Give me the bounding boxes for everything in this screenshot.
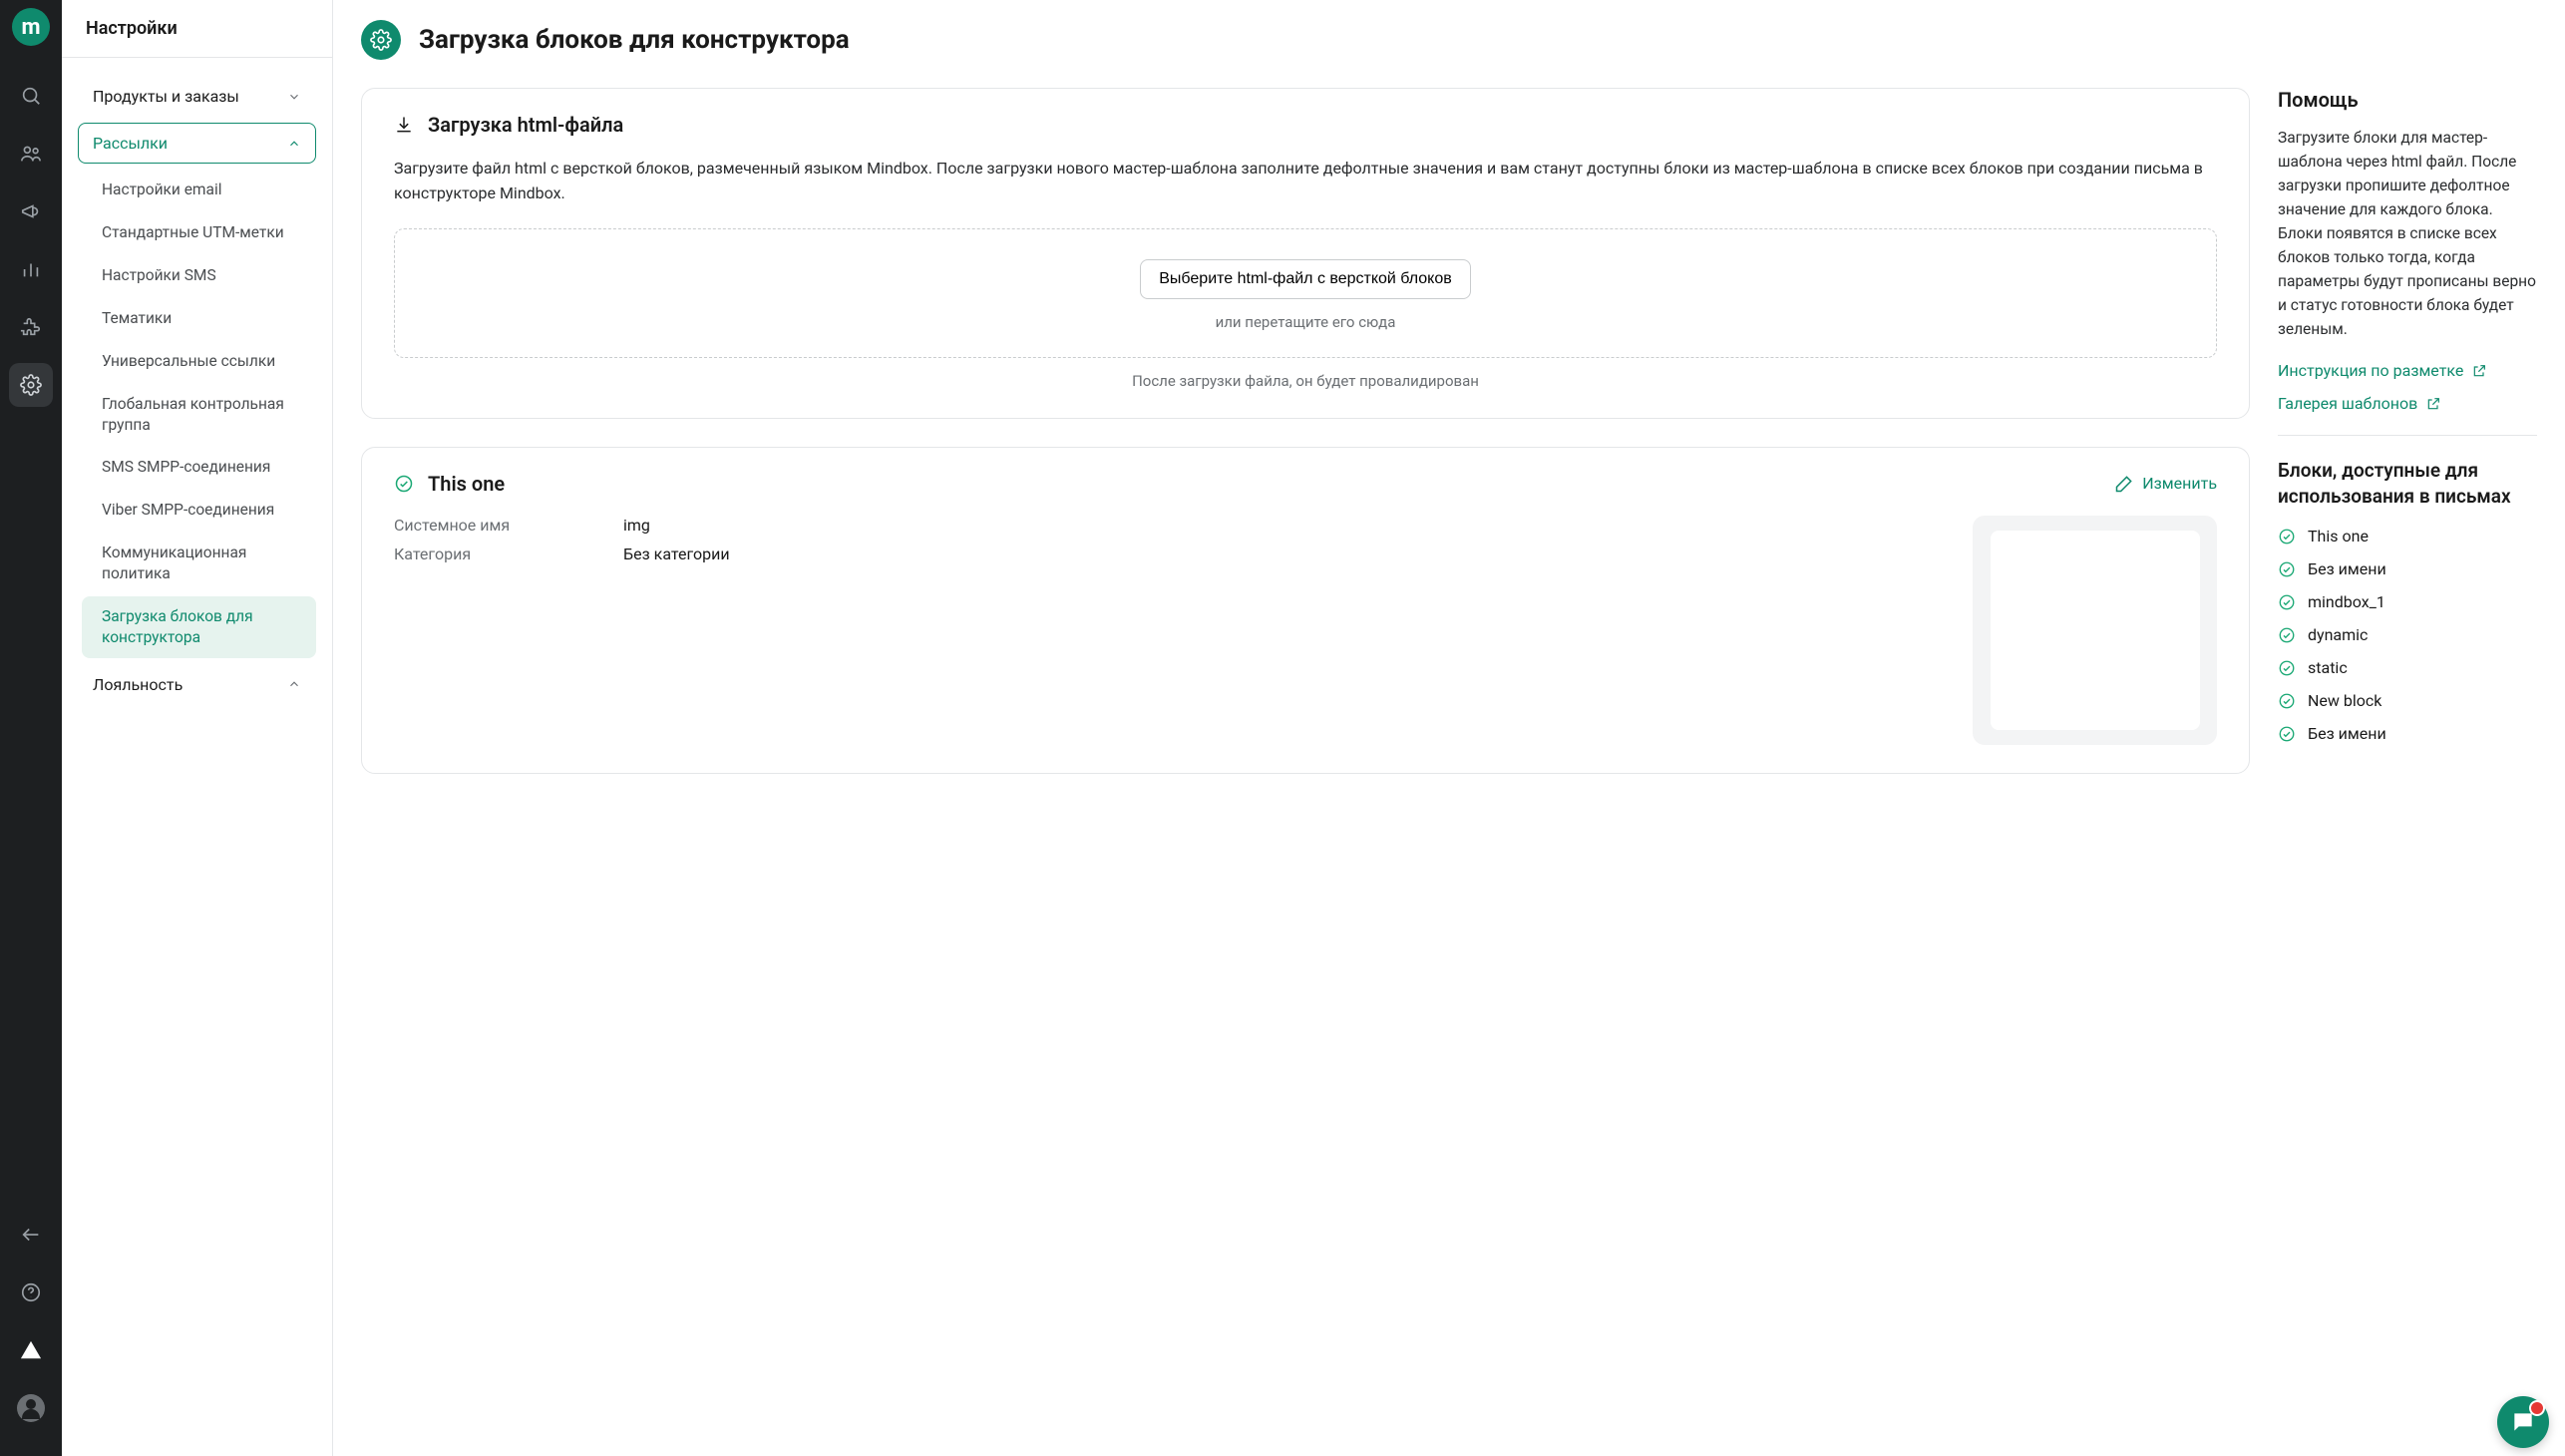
settings-sidebar: Настройки Продукты и заказы Рассылки Нас… <box>62 0 333 1456</box>
search-icon[interactable] <box>9 74 53 118</box>
available-block-label: Без имени <box>2308 724 2386 743</box>
sidebar-group-loyalty[interactable]: Лояльность <box>78 664 316 705</box>
user-avatar[interactable] <box>9 1386 53 1430</box>
sidebar-group-label: Продукты и заказы <box>93 87 239 106</box>
sidebar-group-mailings[interactable]: Рассылки <box>78 123 316 164</box>
check-circle-icon <box>2278 626 2296 644</box>
help-link-label: Инструкция по разметке <box>2278 361 2463 380</box>
check-circle-icon <box>394 474 414 494</box>
available-block-item[interactable]: This one <box>2278 527 2537 546</box>
kv-key: Системное имя <box>394 516 603 535</box>
warning-icon[interactable] <box>9 1328 53 1372</box>
kv-row: Системное имя img <box>394 516 1949 535</box>
people-icon[interactable] <box>9 132 53 176</box>
upload-description: Загрузите файл html с версткой блоков, р… <box>394 157 2217 206</box>
edit-label: Изменить <box>2142 474 2217 493</box>
help-text: Загрузите блоки для мастер-шаблона через… <box>2278 126 2537 341</box>
check-circle-icon <box>2278 659 2296 677</box>
check-circle-icon <box>2278 528 2296 546</box>
chevron-up-icon <box>287 137 301 151</box>
check-circle-icon <box>2278 725 2296 743</box>
block-card: This one Изменить Системное имя img Кате… <box>361 447 2250 774</box>
external-link-icon <box>2471 363 2487 379</box>
kv-row: Категория Без категории <box>394 545 1949 563</box>
collapse-icon[interactable] <box>9 1213 53 1257</box>
available-block-label: mindbox_1 <box>2308 592 2385 611</box>
available-block-label: New block <box>2308 691 2382 710</box>
upload-after-note: После загрузки файла, он будет провалиди… <box>394 372 2217 390</box>
available-block-item[interactable]: mindbox_1 <box>2278 592 2537 611</box>
sidebar-group-label: Лояльность <box>93 675 183 694</box>
puzzle-icon[interactable] <box>9 305 53 349</box>
block-name: This one <box>428 472 505 496</box>
help-link-label: Галерея шаблонов <box>2278 394 2417 413</box>
help-link-instruction[interactable]: Инструкция по разметке <box>2278 361 2537 380</box>
sidebar-item[interactable]: Стандартные UTM-метки <box>82 212 316 253</box>
download-icon <box>394 115 414 135</box>
edit-button[interactable]: Изменить <box>2114 474 2217 494</box>
choose-file-button[interactable]: Выберите html-файл с версткой блоков <box>1140 259 1471 299</box>
block-preview <box>1991 531 2200 730</box>
sidebar-item-active[interactable]: Загрузка блоков для конструктора <box>82 596 316 658</box>
sidebar-item[interactable]: Универсальные ссылки <box>82 341 316 382</box>
settings-icon[interactable] <box>9 363 53 407</box>
sidebar-item[interactable]: Настройки SMS <box>82 255 316 296</box>
check-circle-icon <box>2278 560 2296 578</box>
available-block-label: This one <box>2308 527 2369 546</box>
available-block-label: dynamic <box>2308 625 2368 644</box>
check-circle-icon <box>2278 692 2296 710</box>
sidebar-item[interactable]: Viber SMPP-соединения <box>82 490 316 531</box>
available-block-item[interactable]: static <box>2278 658 2537 677</box>
sidebar-group-label: Рассылки <box>93 134 168 153</box>
check-circle-icon <box>2278 593 2296 611</box>
nav-rail: m <box>0 0 62 1456</box>
external-link-icon <box>2425 396 2441 412</box>
chevron-up-icon <box>287 677 301 691</box>
block-preview-frame <box>1973 516 2217 745</box>
available-block-item[interactable]: New block <box>2278 691 2537 710</box>
sidebar-children-mailings: Настройки email Стандартные UTM-метки На… <box>78 170 316 658</box>
sidebar-item[interactable]: Тематики <box>82 298 316 339</box>
available-block-item[interactable]: Без имени <box>2278 559 2537 578</box>
available-block-label: Без имени <box>2308 559 2386 578</box>
kv-val: Без категории <box>623 545 730 563</box>
available-block-label: static <box>2308 658 2348 677</box>
main-content: Загрузка блоков для конструктора Загрузк… <box>333 0 2565 1456</box>
upload-heading: Загрузка html-файла <box>428 113 623 137</box>
help-link-gallery[interactable]: Галерея шаблонов <box>2278 394 2537 413</box>
kv-val: img <box>623 516 650 535</box>
chevron-down-icon <box>287 90 301 104</box>
kv-key: Категория <box>394 545 603 563</box>
available-title: Блоки, доступные для использования в пис… <box>2278 458 2537 509</box>
logo[interactable]: m <box>12 8 50 46</box>
help-panel: Помощь Загрузите блоки для мастер-шаблон… <box>2278 88 2537 757</box>
available-block-item[interactable]: Без имени <box>2278 724 2537 743</box>
chat-fab[interactable] <box>2497 1396 2549 1448</box>
sidebar-item[interactable]: Настройки email <box>82 170 316 210</box>
upload-card: Загрузка html-файла Загрузите файл html … <box>361 88 2250 419</box>
sidebar-item[interactable]: Глобальная контрольная группа <box>82 384 316 446</box>
page-title: Загрузка блоков для конструктора <box>419 25 850 55</box>
pencil-icon <box>2114 474 2134 494</box>
sidebar-item[interactable]: Коммуникационная политика <box>82 533 316 594</box>
analytics-icon[interactable] <box>9 247 53 291</box>
dropzone-hint: или перетащите его сюда <box>415 313 2196 331</box>
dropzone[interactable]: Выберите html-файл с версткой блоков или… <box>394 228 2217 358</box>
sidebar-item[interactable]: SMS SMPP-соединения <box>82 447 316 488</box>
sidebar-title: Настройки <box>62 0 332 58</box>
sidebar-group-products[interactable]: Продукты и заказы <box>78 76 316 117</box>
available-block-item[interactable]: dynamic <box>2278 625 2537 644</box>
page-gear-icon <box>361 20 401 60</box>
help-title: Помощь <box>2278 88 2537 112</box>
divider <box>2278 435 2537 436</box>
megaphone-icon[interactable] <box>9 189 53 233</box>
chat-icon <box>2510 1409 2536 1435</box>
help-icon[interactable] <box>9 1271 53 1314</box>
